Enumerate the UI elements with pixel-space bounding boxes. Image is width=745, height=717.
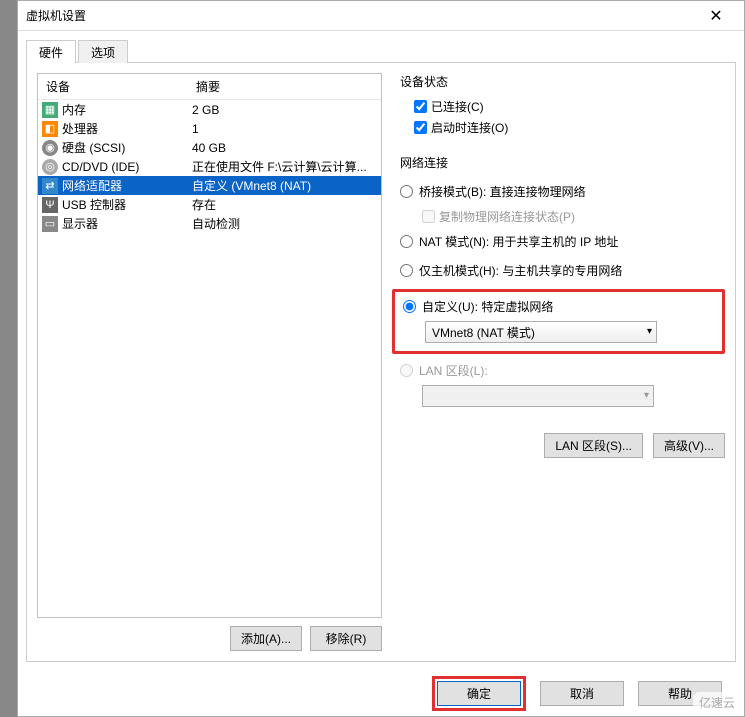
lan-dropdown: ▾ xyxy=(422,385,654,407)
window-title: 虚拟机设置 xyxy=(26,7,696,24)
custom-label: 自定义(U): 特定虚拟网络 xyxy=(422,298,553,315)
device-summary: 2 GB xyxy=(192,103,377,117)
remove-button[interactable]: 移除(R) xyxy=(310,626,382,651)
device-row-display[interactable]: ▭ 显示器 自动检测 xyxy=(38,214,381,233)
net-buttons: LAN 区段(S)... 高级(V)... xyxy=(400,433,725,458)
cd-icon: ◎ xyxy=(42,159,58,175)
connected-label: 已连接(C) xyxy=(431,98,484,115)
hostonly-label: 仅主机模式(H): 与主机共享的专用网络 xyxy=(419,262,622,279)
hdd-icon: ◉ xyxy=(42,140,58,156)
replicate-checkbox: 复制物理网络连接状态(P) xyxy=(422,208,725,225)
nat-input[interactable] xyxy=(400,235,413,248)
lan-radio: LAN 区段(L): xyxy=(400,362,725,379)
tab-hardware[interactable]: 硬件 xyxy=(26,40,76,63)
bridged-label: 桥接模式(B): 直接连接物理网络 xyxy=(419,183,586,200)
lan-segments-button[interactable]: LAN 区段(S)... xyxy=(544,433,643,458)
custom-radio[interactable]: 自定义(U): 特定虚拟网络 xyxy=(403,298,714,315)
device-name: USB 控制器 xyxy=(62,196,192,213)
connected-input[interactable] xyxy=(414,100,427,113)
bridged-input[interactable] xyxy=(400,185,413,198)
vm-settings-window: 虚拟机设置 ✕ 硬件 选项 设备 摘要 ▦ 内存 2 GB xyxy=(17,0,745,717)
custom-network-dropdown[interactable]: VMnet8 (NAT 模式) ▾ xyxy=(425,321,657,343)
custom-network-value: VMnet8 (NAT 模式) xyxy=(432,326,535,340)
net-title: 网络连接 xyxy=(400,154,725,171)
replicate-input xyxy=(422,210,435,223)
dialog-body: 硬件 选项 设备 摘要 ▦ 内存 2 GB ◧ 处理器 xyxy=(18,31,744,670)
device-list-header: 设备 摘要 xyxy=(38,74,381,100)
connected-checkbox[interactable]: 已连接(C) xyxy=(414,98,725,115)
col-device: 设备 xyxy=(38,74,188,99)
cpu-icon: ◧ xyxy=(42,121,58,137)
usb-icon: Ψ xyxy=(42,197,58,213)
add-button[interactable]: 添加(A)... xyxy=(230,626,302,651)
ok-button[interactable]: 确定 xyxy=(437,681,521,706)
replicate-label: 复制物理网络连接状态(P) xyxy=(439,208,575,225)
device-row-memory[interactable]: ▦ 内存 2 GB xyxy=(38,100,381,119)
device-list: 设备 摘要 ▦ 内存 2 GB ◧ 处理器 1 ◉ xyxy=(37,73,382,618)
display-icon: ▭ xyxy=(42,216,58,232)
device-name: 显示器 xyxy=(62,215,192,232)
col-summary: 摘要 xyxy=(188,74,381,99)
bridged-radio[interactable]: 桥接模式(B): 直接连接物理网络 xyxy=(400,183,725,200)
device-row-hdd[interactable]: ◉ 硬盘 (SCSI) 40 GB xyxy=(38,138,381,157)
memory-icon: ▦ xyxy=(42,102,58,118)
device-summary: 自动检测 xyxy=(192,215,377,232)
device-column: 设备 摘要 ▦ 内存 2 GB ◧ 处理器 1 ◉ xyxy=(37,73,382,651)
device-buttons: 添加(A)... 移除(R) xyxy=(37,626,382,651)
lan-label: LAN 区段(L): xyxy=(419,362,488,379)
ok-highlight: 确定 xyxy=(432,676,526,711)
custom-input[interactable] xyxy=(403,300,416,313)
custom-highlight: 自定义(U): 特定虚拟网络 VMnet8 (NAT 模式) ▾ xyxy=(392,289,725,354)
tab-options[interactable]: 选项 xyxy=(78,40,128,63)
connect-on-input[interactable] xyxy=(414,121,427,134)
tabs: 硬件 选项 xyxy=(26,39,736,63)
titlebar: 虚拟机设置 ✕ xyxy=(18,1,744,31)
dialog-footer: 确定 取消 帮助 xyxy=(18,670,744,716)
chevron-down-icon: ▾ xyxy=(644,390,649,401)
device-name: 处理器 xyxy=(62,120,192,137)
device-row-network[interactable]: ⇄ 网络适配器 自定义 (VMnet8 (NAT) xyxy=(38,176,381,195)
connect-on-checkbox[interactable]: 启动时连接(O) xyxy=(414,119,725,136)
device-summary: 1 xyxy=(192,122,377,136)
device-name: 硬盘 (SCSI) xyxy=(62,139,192,156)
device-row-usb[interactable]: Ψ USB 控制器 存在 xyxy=(38,195,381,214)
device-summary: 40 GB xyxy=(192,141,377,155)
nat-label: NAT 模式(N): 用于共享主机的 IP 地址 xyxy=(419,233,618,250)
nat-radio[interactable]: NAT 模式(N): 用于共享主机的 IP 地址 xyxy=(400,233,725,250)
device-row-cd[interactable]: ◎ CD/DVD (IDE) 正在使用文件 F:\云计算\云计算... xyxy=(38,157,381,176)
device-summary: 存在 xyxy=(192,196,377,213)
device-name: 内存 xyxy=(62,101,192,118)
cancel-button[interactable]: 取消 xyxy=(540,681,624,706)
status-title: 设备状态 xyxy=(400,73,725,90)
hostonly-radio[interactable]: 仅主机模式(H): 与主机共享的专用网络 xyxy=(400,262,725,279)
lan-input xyxy=(400,364,413,377)
chevron-down-icon: ▾ xyxy=(647,326,652,337)
device-summary: 自定义 (VMnet8 (NAT) xyxy=(192,177,377,194)
connect-on-label: 启动时连接(O) xyxy=(431,119,508,136)
hardware-panel: 设备 摘要 ▦ 内存 2 GB ◧ 处理器 1 ◉ xyxy=(26,63,736,662)
device-summary: 正在使用文件 F:\云计算\云计算... xyxy=(192,158,377,175)
network-icon: ⇄ xyxy=(42,178,58,194)
watermark: 亿速云 xyxy=(693,692,741,713)
device-name: 网络适配器 xyxy=(62,177,192,194)
hostonly-input[interactable] xyxy=(400,264,413,277)
settings-column: 设备状态 已连接(C) 启动时连接(O) 网络连接 桥接模式(B): 直接连接物… xyxy=(400,73,725,651)
device-row-cpu[interactable]: ◧ 处理器 1 xyxy=(38,119,381,138)
close-icon[interactable]: ✕ xyxy=(696,6,736,26)
device-name: CD/DVD (IDE) xyxy=(62,160,192,174)
advanced-button[interactable]: 高级(V)... xyxy=(653,433,725,458)
